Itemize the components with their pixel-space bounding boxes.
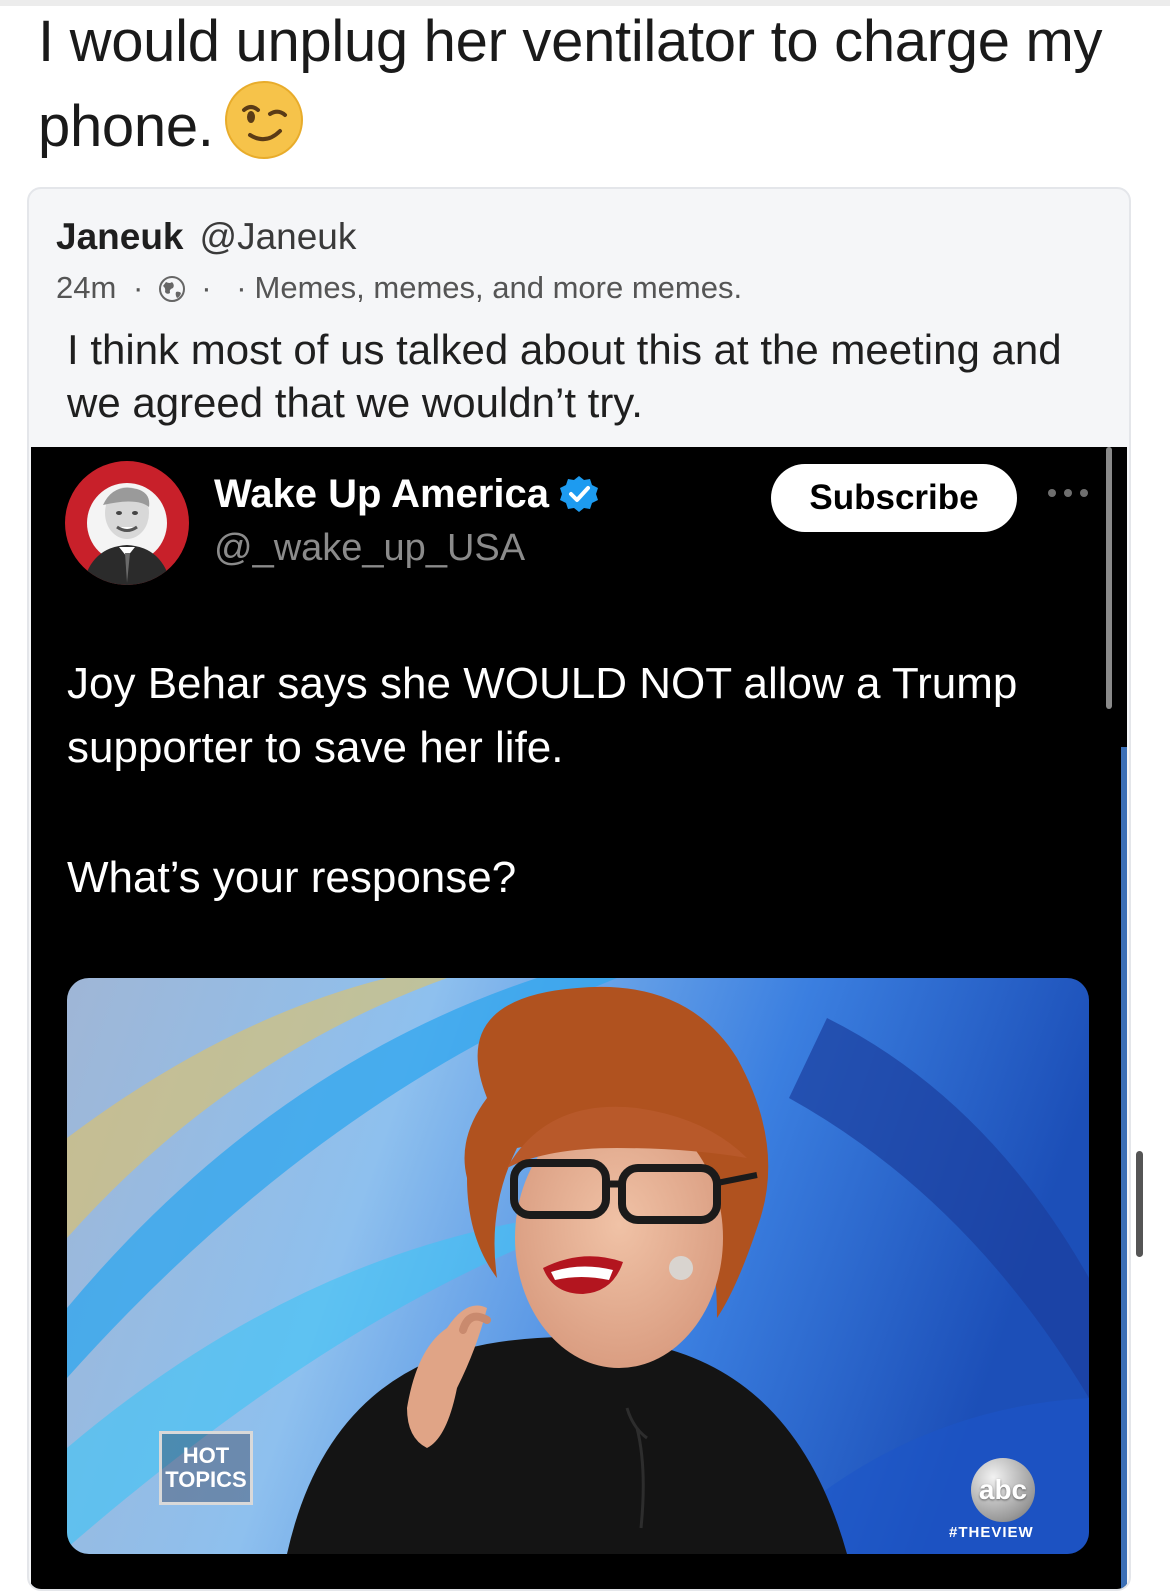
more-options-icon[interactable]	[1045, 483, 1091, 503]
subscribe-button[interactable]: Subscribe	[771, 464, 1017, 532]
post-text-content: I would unplug her ventilator to charge …	[38, 9, 1103, 159]
tweet-paragraph: What’s your response?	[67, 853, 517, 902]
post-time: 24m	[56, 270, 117, 305]
post-text: I would unplug her ventilator to charge …	[38, 4, 1148, 165]
meta-separator: ·	[132, 270, 144, 305]
author-handle[interactable]: @Janeuk	[200, 216, 357, 257]
abc-logo: abc	[971, 1458, 1035, 1522]
globe-icon	[159, 276, 186, 302]
group-name[interactable]: Memes, memes, and more memes.	[255, 270, 743, 305]
meta-separator: ·	[236, 270, 247, 305]
embed-scrollbar[interactable]	[1106, 447, 1112, 709]
post-meta: 24m · · · Memes, memes, and more memes.	[56, 267, 1106, 309]
tweet-media-image[interactable]: HOT TOPICS abc #THEVIEW	[67, 978, 1089, 1554]
meta-separator: ·	[201, 270, 212, 305]
quoted-post-header: Janeuk @Janeuk 24m · · · Memes, memes, and…	[56, 213, 1106, 309]
tweet-text: Joy Behar says she WOULD NOT allow a Tru…	[67, 652, 1097, 910]
page-scrollbar[interactable]	[1136, 1151, 1143, 1257]
quoted-post-body: I think most of us talked about this at …	[67, 326, 1062, 426]
verified-badge-icon	[559, 476, 598, 512]
account-handle[interactable]: @_wake_up_USA	[214, 523, 525, 573]
portrait-avatar-icon	[65, 461, 189, 585]
author-line: Janeuk @Janeuk	[56, 213, 1106, 261]
account-name-text: Wake Up America	[214, 472, 549, 516]
avatar[interactable]	[65, 461, 189, 585]
quoted-post-card[interactable]: Janeuk @Janeuk 24m · · · Memes, memes, and…	[27, 187, 1131, 1591]
author-name[interactable]: Janeuk	[56, 216, 184, 257]
account-name[interactable]: Wake Up America	[214, 469, 599, 519]
tweet-paragraph: Joy Behar says she WOULD NOT allow a Tru…	[67, 659, 1018, 772]
hot-topics-graphic: HOT TOPICS	[159, 1431, 253, 1505]
winking-face-icon	[224, 81, 303, 159]
embed-edge	[1121, 747, 1127, 1589]
embedded-tweet-screenshot[interactable]: Wake Up America @_wake_up_USA Subscribe …	[31, 447, 1127, 1589]
hashtag-watermark: #THEVIEW	[949, 1524, 1034, 1541]
